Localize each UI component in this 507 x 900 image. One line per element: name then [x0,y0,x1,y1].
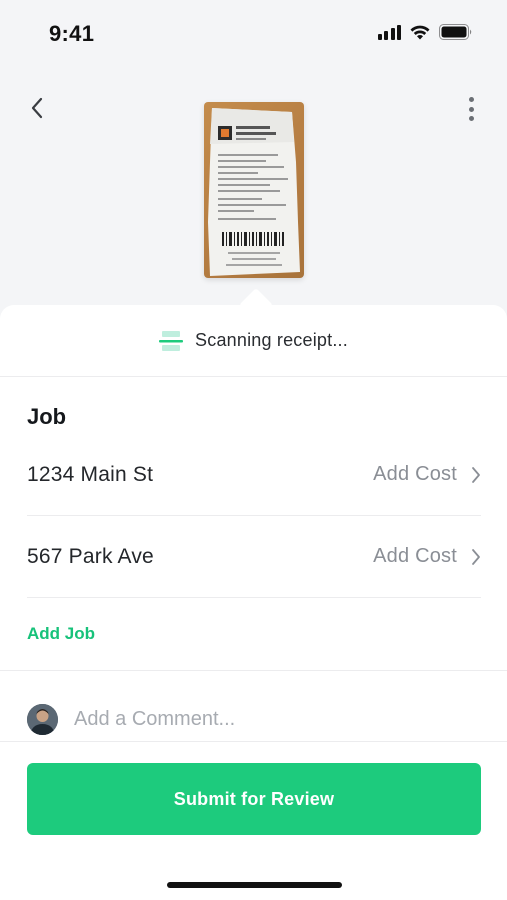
chevron-right-icon [472,548,480,565]
receipt-thumbnail[interactable] [204,102,304,278]
job-row-park-ave[interactable]: 567 Park Ave Add Cost [27,516,481,598]
comment-input[interactable] [74,707,464,731]
add-job-link[interactable]: Add Job [27,624,95,644]
job-row-main-st[interactable]: 1234 Main St Add Cost [27,434,481,516]
more-vertical-icon[interactable] [461,94,481,124]
home-indicator [167,882,342,888]
add-cost-label: Add Cost [373,463,457,485]
job-address: 1234 Main St [27,462,154,486]
add-cost-label: Add Cost [373,545,457,567]
comment-row[interactable] [27,702,481,736]
receipt-photo [208,108,300,276]
status-icons [377,24,474,40]
scanning-text: Scanning receipt... [195,330,348,350]
status-bar: 9:41 [0,0,507,68]
avatar [27,703,58,735]
status-time: 9:41 [49,21,95,46]
job-address: 567 Park Ave [27,544,154,568]
chevron-left-icon [31,97,43,119]
signal-icon [377,24,401,40]
submit-for-review-button[interactable]: Submit for Review [27,763,481,835]
wifi-icon [410,25,430,40]
scanning-status: Scanning receipt... [0,305,507,377]
job-section-title: Job [27,404,67,429]
back-button[interactable] [22,92,52,124]
chevron-right-icon [472,466,480,483]
add-cost-button[interactable]: Add Cost [373,545,481,568]
divider [0,741,507,742]
scan-icon [159,330,184,351]
add-cost-button[interactable]: Add Cost [373,463,481,486]
battery-icon [439,24,472,40]
divider [0,670,507,671]
